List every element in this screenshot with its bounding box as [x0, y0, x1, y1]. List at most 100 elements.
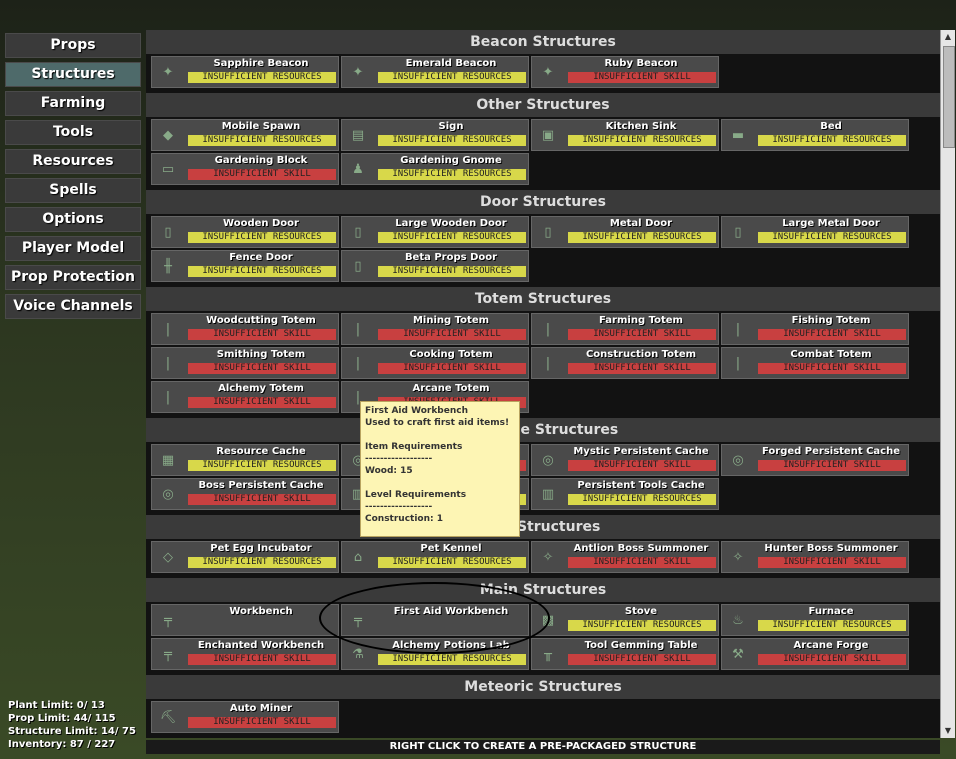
- menu-spells-button[interactable]: Spells: [5, 178, 141, 203]
- structure-name: Persistent Tools Cache: [577, 480, 705, 491]
- structure-card[interactable]: ⚒ Arcane Forge INSUFFICIENT SKILL: [721, 638, 909, 670]
- structure-name: Auto Miner: [229, 703, 293, 714]
- structure-card[interactable]: ✧ Hunter Boss Summoner INSUFFICIENT SKILL: [721, 541, 909, 573]
- summoner-icon: ✧: [542, 549, 554, 565]
- status-badge: INSUFFICIENT RESOURCES: [758, 232, 906, 243]
- structure-card[interactable]: | Mining Totem INSUFFICIENT SKILL: [341, 313, 529, 345]
- status-badge: INSUFFICIENT RESOURCES: [758, 135, 906, 146]
- structure-card[interactable]: | Construction Totem INSUFFICIENT SKILL: [531, 347, 719, 379]
- structure-card[interactable]: ▯ Beta Props Door INSUFFICIENT RESOURCES: [341, 250, 529, 282]
- structure-card[interactable]: ✦ Sapphire Beacon INSUFFICIENT RESOURCES: [151, 56, 339, 88]
- structure-name: Gardening Block: [214, 155, 308, 166]
- structure-card[interactable]: ╤ First Aid Workbench: [341, 604, 529, 636]
- structure-card[interactable]: | Woodcutting Totem INSUFFICIENT SKILL: [151, 313, 339, 345]
- status-badge: INSUFFICIENT RESOURCES: [188, 460, 336, 471]
- structure-name: Fishing Totem: [791, 315, 871, 326]
- structure-card[interactable]: ▬ Bed INSUFFICIENT RESOURCES: [721, 119, 909, 151]
- structure-card[interactable]: ♨ Furnace INSUFFICIENT RESOURCES: [721, 604, 909, 636]
- structure-name: Antlion Boss Summoner: [573, 543, 709, 554]
- structure-card[interactable]: ▥ Persistent Tools Cache INSUFFICIENT RESO…: [531, 478, 719, 510]
- menu-voice-channels-button[interactable]: Voice Channels: [5, 294, 141, 319]
- door-icon: ▯: [354, 224, 362, 240]
- door-icon: ▯: [544, 224, 552, 240]
- status-badge: INSUFFICIENT RESOURCES: [568, 135, 716, 146]
- structure-card[interactable]: | Smithing Totem INSUFFICIENT SKILL: [151, 347, 339, 379]
- menu-player-model-button[interactable]: Player Model: [5, 236, 141, 261]
- footer-hint: RIGHT CLICK TO CREATE A PRE-PACKAGED STR…: [146, 740, 940, 754]
- menu-prop-protection-button[interactable]: Prop Protection: [5, 265, 141, 290]
- status-badge: INSUFFICIENT SKILL: [188, 654, 336, 665]
- structure-card[interactable]: ▩ Stove INSUFFICIENT RESOURCES: [531, 604, 719, 636]
- menu-structures-button[interactable]: Structures: [5, 62, 141, 87]
- scrollbar[interactable]: ▲ ▼: [940, 30, 955, 738]
- scroll-up-icon[interactable]: ▲: [941, 30, 955, 44]
- scroll-down-icon[interactable]: ▼: [941, 724, 955, 738]
- status-badge: INSUFFICIENT SKILL: [188, 169, 336, 180]
- structure-card[interactable]: ▤ Sign INSUFFICIENT RESOURCES: [341, 119, 529, 151]
- structure-card[interactable]: ◇ Pet Egg Incubator INSUFFICIENT RESOURCES: [151, 541, 339, 573]
- fence-icon: ╫: [164, 258, 172, 274]
- structure-name: Enchanted Workbench: [197, 640, 325, 651]
- totem-icon: |: [355, 355, 361, 371]
- tooltip-level-req: Level Requirements: [365, 490, 467, 500]
- structure-card[interactable]: ▯ Wooden Door INSUFFICIENT RESOURCES: [151, 216, 339, 248]
- status-badge: INSUFFICIENT RESOURCES: [378, 266, 526, 277]
- structure-card[interactable]: ⌂ Pet Kennel INSUFFICIENT RESOURCES: [341, 541, 529, 573]
- cache-icon: ◎: [732, 452, 744, 468]
- structure-card[interactable]: ◎ Boss Persistent Cache INSUFFICIENT SKILL: [151, 478, 339, 510]
- structure-name: Smithing Totem: [216, 349, 306, 360]
- structure-card[interactable]: ◎ Forged Persistent Cache INSUFFICIENT SKI…: [721, 444, 909, 476]
- structure-card[interactable]: ▦ Resource Cache INSUFFICIENT RESOURCES: [151, 444, 339, 476]
- chest-icon: ▥: [541, 486, 555, 502]
- section-header: Main Structures: [146, 578, 940, 602]
- structure-card[interactable]: ✦ Ruby Beacon INSUFFICIENT SKILL: [531, 56, 719, 88]
- spawn-icon: ◆: [163, 127, 173, 143]
- structure-card[interactable]: ✦ Emerald Beacon INSUFFICIENT RESOURCES: [341, 56, 529, 88]
- tooltip-wood: Wood: 15: [365, 466, 413, 476]
- status-badge: INSUFFICIENT SKILL: [568, 654, 716, 665]
- furnace-icon: ♨: [732, 612, 744, 628]
- structure-name: Construction Totem: [585, 349, 697, 360]
- structure-name: Stove: [624, 606, 658, 617]
- structure-card[interactable]: ╤ Enchanted Workbench INSUFFICIENT SKILL: [151, 638, 339, 670]
- menu-tools-button[interactable]: Tools: [5, 120, 141, 145]
- scroll-thumb[interactable]: [943, 46, 955, 148]
- structure-card[interactable]: | Alchemy Totem INSUFFICIENT SKILL: [151, 381, 339, 413]
- structure-name: Metal Door: [609, 218, 673, 229]
- structure-card[interactable]: ╤ Workbench: [151, 604, 339, 636]
- structure-card[interactable]: ▯ Large Wooden Door INSUFFICIENT RESOURCES: [341, 216, 529, 248]
- status-badge: INSUFFICIENT RESOURCES: [378, 135, 526, 146]
- structure-card[interactable]: ╥ Tool Gemming Table INSUFFICIENT SKILL: [531, 638, 719, 670]
- structure-name: Sign: [438, 121, 464, 132]
- bed-icon: ▬: [731, 127, 745, 143]
- structure-name: Gardening Gnome: [400, 155, 502, 166]
- structure-card[interactable]: | Combat Totem INSUFFICIENT SKILL: [721, 347, 909, 379]
- structure-card[interactable]: ╫ Fence Door INSUFFICIENT RESOURCES: [151, 250, 339, 282]
- menu-farming-button[interactable]: Farming: [5, 91, 141, 116]
- menu-props-button[interactable]: Props: [5, 33, 141, 58]
- structure-card[interactable]: | Cooking Totem INSUFFICIENT SKILL: [341, 347, 529, 379]
- structure-card[interactable]: ⛏ Auto Miner INSUFFICIENT SKILL: [151, 701, 339, 733]
- workbench-icon: ╤: [164, 646, 172, 662]
- structure-card[interactable]: ♟ Gardening Gnome INSUFFICIENT RESOURCES: [341, 153, 529, 185]
- beacon-icon: ✦: [542, 64, 554, 80]
- structure-card[interactable]: ✧ Antlion Boss Summoner INSUFFICIENT SKILL: [531, 541, 719, 573]
- structure-card[interactable]: ▯ Large Metal Door INSUFFICIENT RESOURCES: [721, 216, 909, 248]
- structure-card[interactable]: ▭ Gardening Block INSUFFICIENT SKILL: [151, 153, 339, 185]
- structure-card[interactable]: ◆ Mobile Spawn INSUFFICIENT RESOURCES: [151, 119, 339, 151]
- structure-card[interactable]: | Fishing Totem INSUFFICIENT SKILL: [721, 313, 909, 345]
- menu-resources-button[interactable]: Resources: [5, 149, 141, 174]
- structure-card[interactable]: ▯ Metal Door INSUFFICIENT RESOURCES: [531, 216, 719, 248]
- structure-name: First Aid Workbench: [393, 606, 509, 617]
- structure-card[interactable]: ⚗ Alchemy Potions Lab INSUFFICIENT RESOURC…: [341, 638, 529, 670]
- tooltip-title: First Aid Workbench: [365, 406, 468, 416]
- menu-options-button[interactable]: Options: [5, 207, 141, 232]
- structure-card[interactable]: ▣ Kitchen Sink INSUFFICIENT RESOURCES: [531, 119, 719, 151]
- structure-card[interactable]: | Farming Totem INSUFFICIENT SKILL: [531, 313, 719, 345]
- structure-card[interactable]: ◎ Mystic Persistent Cache INSUFFICIENT SKI…: [531, 444, 719, 476]
- structure-name: Emerald Beacon: [405, 58, 497, 69]
- structure-name: Fence Door: [229, 252, 293, 263]
- table-icon: ╥: [544, 646, 552, 662]
- section-header: Beacon Structures: [146, 30, 940, 54]
- plant-limit: Plant Limit: 0/ 13: [8, 700, 105, 711]
